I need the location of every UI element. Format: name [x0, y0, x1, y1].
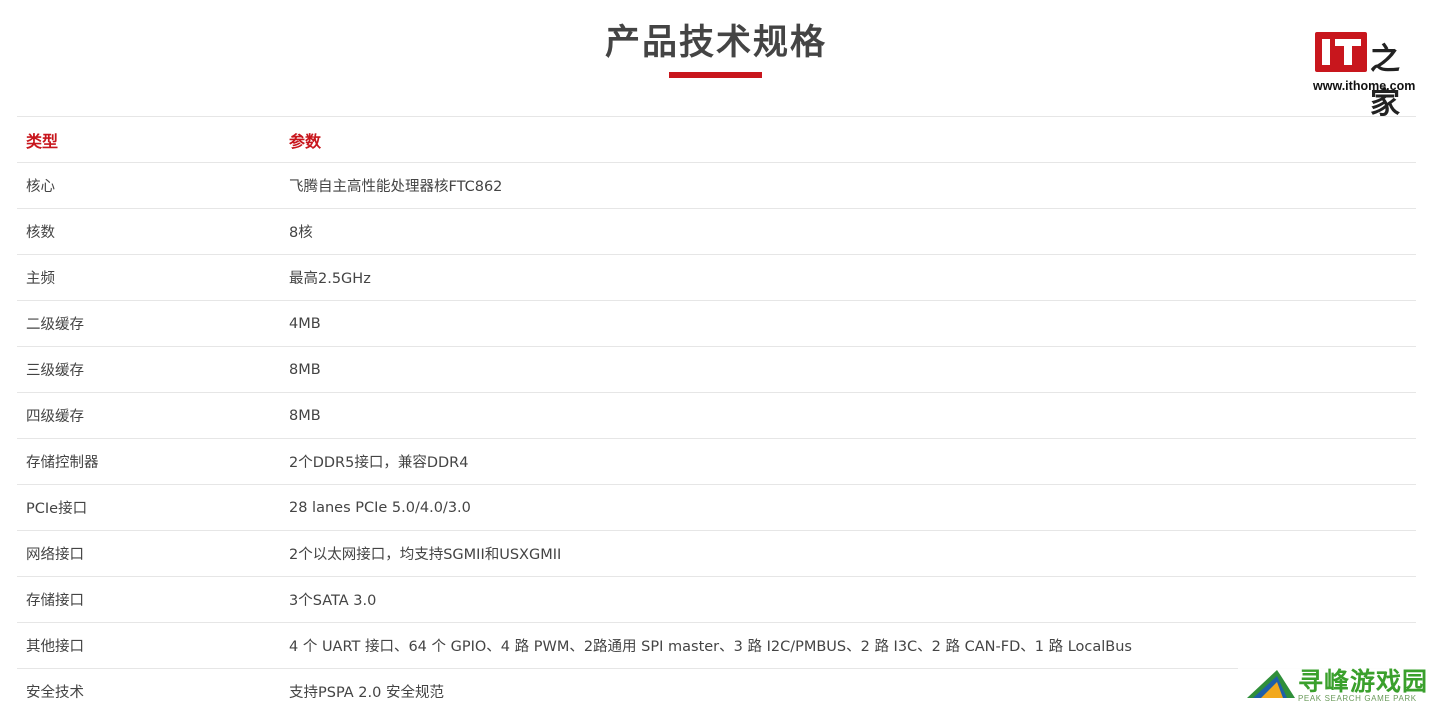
row-param: 3个SATA 3.0 — [280, 576, 1416, 623]
logo-url: www.ithome.com — [1313, 79, 1416, 93]
row-param: 8MB — [280, 346, 1416, 393]
table-row: 二级缓存 4MB — [17, 300, 1416, 347]
table-row: 存储接口 3个SATA 3.0 — [17, 576, 1416, 623]
watermark-subtext: PEAK SEARCH GAME PARK — [1298, 694, 1417, 703]
table-row: 安全技术 支持PSPA 2.0 安全规范 — [17, 668, 1416, 710]
table-row: 核数 8核 — [17, 208, 1416, 255]
table-row: 核心 飞腾自主高性能处理器核FTC862 — [17, 162, 1416, 209]
table-header-row: 类型 参数 — [17, 116, 1416, 163]
row-type: 存储控制器 — [17, 438, 280, 485]
spec-table: 类型 参数 核心 飞腾自主高性能处理器核FTC862 核数 8核 主频 最高2.5GH… — [17, 116, 1416, 710]
table-row: 网络接口 2个以太网接口，均支持SGMII和USXGMII — [17, 530, 1416, 577]
header-type: 类型 — [17, 116, 280, 163]
row-param: 8核 — [280, 208, 1416, 255]
row-type: 四级缓存 — [17, 392, 280, 439]
row-type: 安全技术 — [17, 668, 280, 710]
row-param: 4MB — [280, 300, 1416, 347]
table-row: 存储控制器 2个DDR5接口，兼容DDR4 — [17, 438, 1416, 485]
table-row: 四级缓存 8MB — [17, 392, 1416, 439]
row-param: 最高2.5GHz — [280, 254, 1416, 301]
table-row: 主频 最高2.5GHz — [17, 254, 1416, 301]
table-row: 其他接口 4 个 UART 接口、64 个 GPIO、4 路 PWM、2路通用 S… — [17, 622, 1416, 669]
mountain-logo-icon — [1247, 670, 1295, 698]
row-type: 核数 — [17, 208, 280, 255]
row-type: 核心 — [17, 162, 280, 209]
ithome-logo[interactable]: 之家 www.ithome.com — [1312, 32, 1422, 121]
row-type: 主频 — [17, 254, 280, 301]
row-param: 28 lanes PCIe 5.0/4.0/3.0 — [280, 484, 1416, 531]
row-param: 8MB — [280, 392, 1416, 439]
logo-glyphs: 之家 — [1370, 42, 1401, 121]
table-row: 三级缓存 8MB — [17, 346, 1416, 393]
row-type: PCIe接口 — [17, 484, 280, 531]
title-underline — [669, 72, 762, 78]
row-param: 2个DDR5接口，兼容DDR4 — [280, 438, 1416, 485]
table-row: PCIe接口 28 lanes PCIe 5.0/4.0/3.0 — [17, 484, 1416, 531]
header-param: 参数 — [280, 116, 1416, 163]
watermark: 寻峰游戏园 PEAK SEARCH GAME PARK — [1238, 658, 1440, 710]
row-type: 其他接口 — [17, 622, 280, 669]
row-type: 二级缓存 — [17, 300, 280, 347]
watermark-text: 寻峰游戏园 — [1298, 667, 1429, 696]
it-logo-mark — [1315, 32, 1367, 72]
page-title: 产品技术规格 — [604, 23, 827, 63]
row-param: 2个以太网接口，均支持SGMII和USXGMII — [280, 530, 1416, 577]
row-type: 存储接口 — [17, 576, 280, 623]
row-type: 网络接口 — [17, 530, 280, 577]
row-param: 飞腾自主高性能处理器核FTC862 — [280, 162, 1416, 209]
row-type: 三级缓存 — [17, 346, 280, 393]
